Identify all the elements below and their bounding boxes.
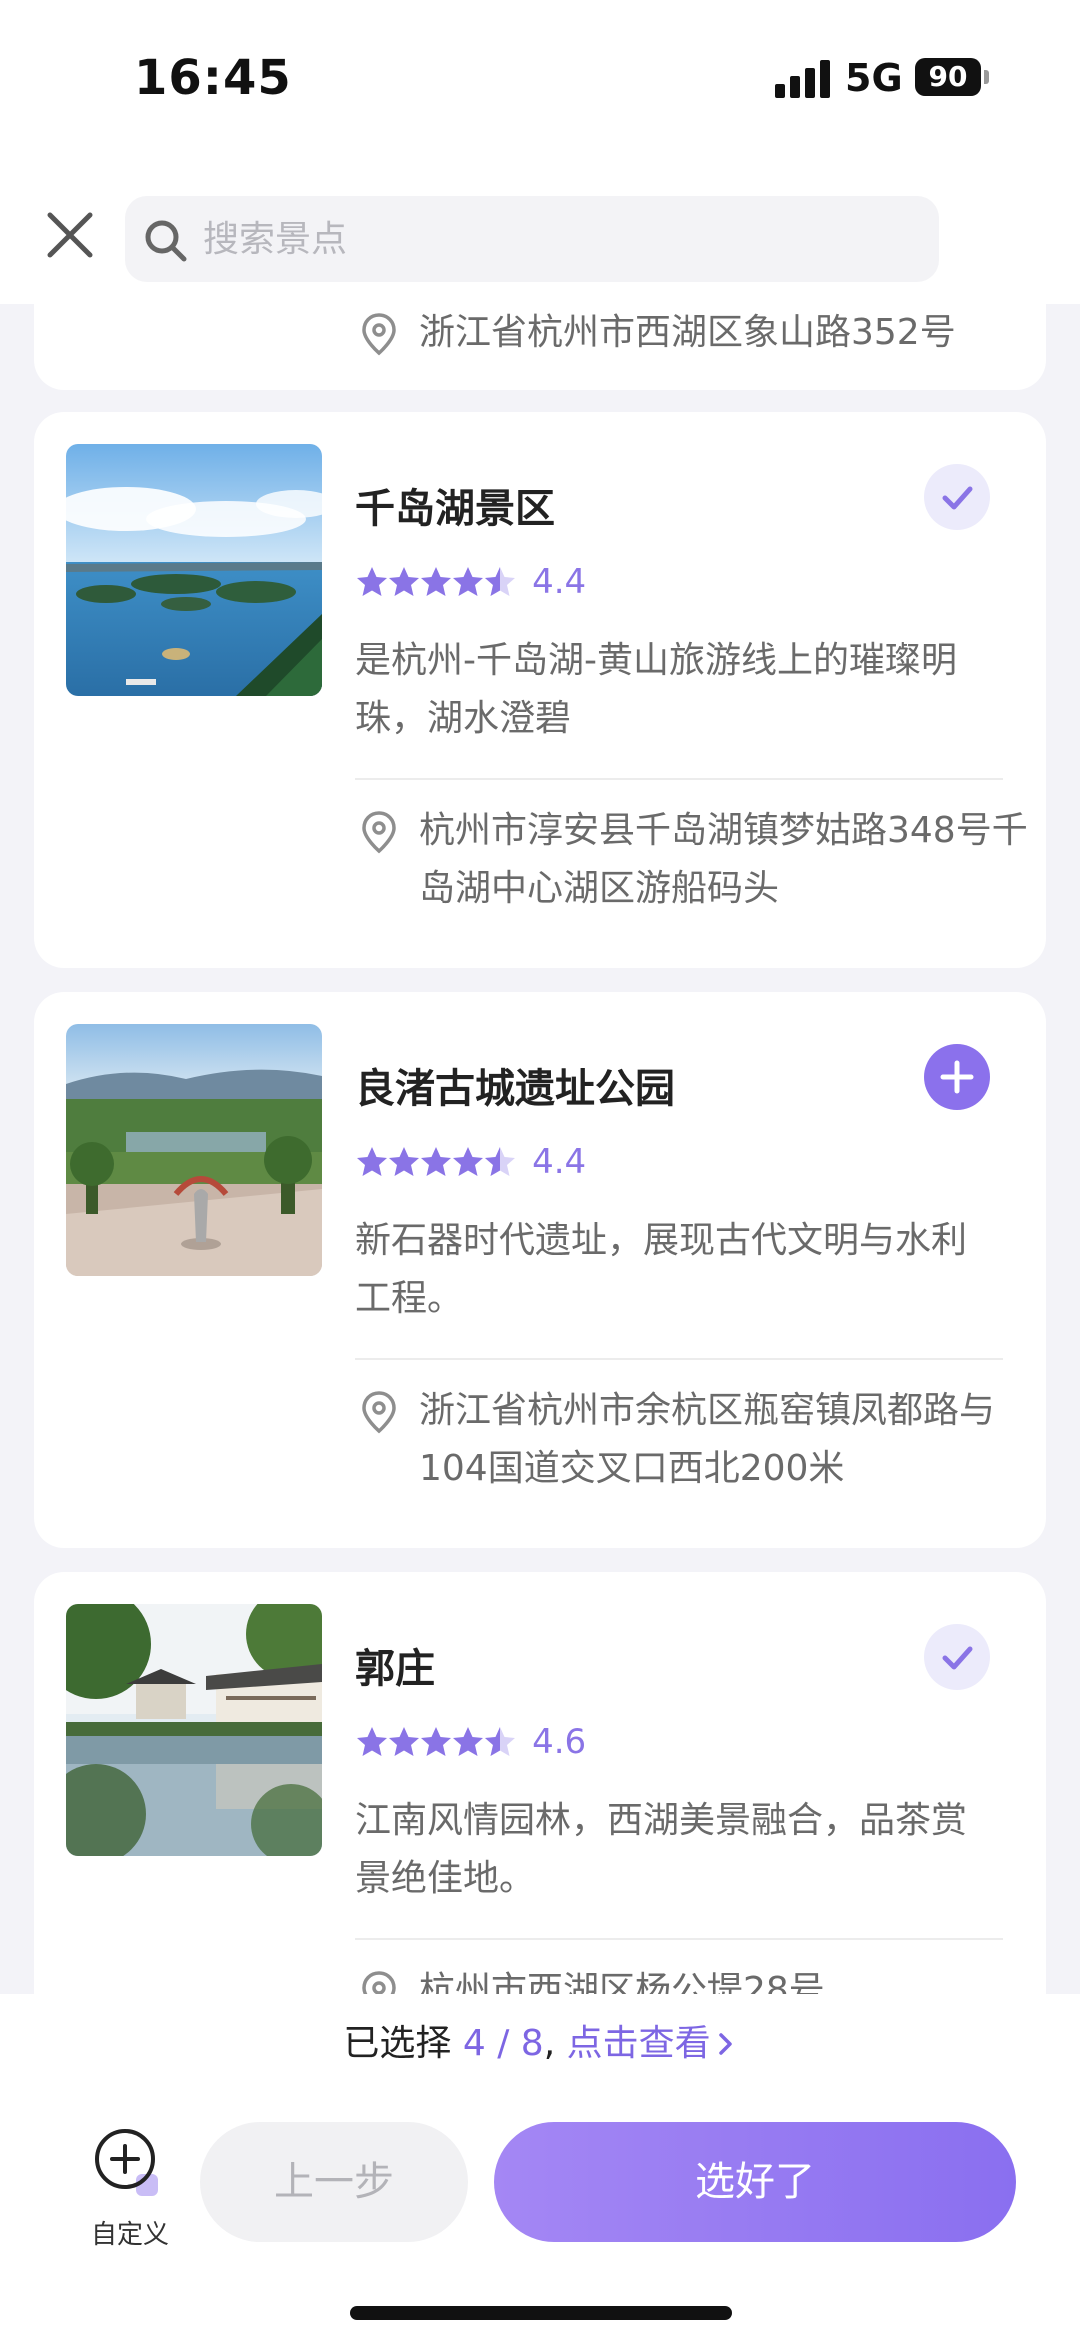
rating-value: 4.4 <box>532 1142 587 1182</box>
search-input[interactable] <box>203 196 903 282</box>
selected-check-button[interactable] <box>924 464 990 530</box>
address-row: 浙江省杭州市西湖区象山路352号 <box>359 304 1039 362</box>
attraction-name: 千岛湖景区 <box>355 486 555 532</box>
view-link-label: 点击查看 <box>566 2023 711 2064</box>
search-box[interactable] <box>125 196 939 282</box>
rating-stars: 4.4 <box>355 1142 586 1186</box>
add-circle-icon <box>90 2124 170 2204</box>
selected-check-button[interactable] <box>924 1624 990 1690</box>
check-icon <box>942 486 973 510</box>
location-pin-icon <box>362 1971 396 1994</box>
view-selected-link[interactable]: 点击查看 <box>567 2023 737 2064</box>
custom-label: 自定义 <box>90 2220 169 2250</box>
attraction-thumbnail <box>66 1604 322 1856</box>
battery-icon: 90 <box>915 58 981 96</box>
add-button[interactable] <box>924 1044 990 1110</box>
status-time: 16:45 <box>134 50 292 106</box>
address-text: 杭州市西湖区杨公堤28号 <box>419 1970 825 1994</box>
attraction-description: 江南风情园林，西湖美景融合，品茶赏景绝佳地。 <box>355 1800 968 1899</box>
check-icon <box>942 1646 973 1670</box>
location-pin-icon <box>362 811 396 854</box>
home-indicator <box>350 2306 732 2320</box>
location-pin-icon <box>362 1391 396 1434</box>
star-rating-icon <box>357 567 515 596</box>
selected-count: 4 / 8 <box>462 2023 544 2064</box>
selected-prefix: 已选择 <box>343 2023 452 2064</box>
address-text: 浙江省杭州市西湖区象山路352号 <box>419 312 956 353</box>
custom-button[interactable]: 自定义 <box>80 2124 190 2250</box>
network-type: 5G <box>845 56 903 100</box>
selected-summary: 已选择 4 / 8, 点击查看 <box>0 2014 1080 2066</box>
attraction-list[interactable]: 浙江省杭州市西湖区象山路352号 千岛湖景区 4.4 是杭州-千岛湖-黄山旅游线… <box>0 304 1080 1994</box>
star-rating-icon <box>357 1727 515 1756</box>
address-row: 杭州市淳安县千岛湖镇梦姑路348号千岛湖中心湖区游船码头 <box>359 802 1039 918</box>
divider <box>355 1358 1003 1360</box>
attraction-description: 是杭州-千岛湖-黄山旅游线上的璀璨明珠，湖水澄碧 <box>355 640 957 739</box>
rating-stars: 4.6 <box>355 1722 586 1766</box>
address-text: 浙江省杭州市余杭区瓶窑镇凤都路与104国道交叉口西北200米 <box>419 1390 996 1489</box>
attraction-thumbnail <box>66 444 322 696</box>
selected-separator: , <box>543 2023 556 2064</box>
rating-value: 4.6 <box>532 1722 587 1762</box>
chevron-right-icon <box>718 2033 732 2055</box>
attraction-card[interactable]: 千岛湖景区 4.4 是杭州-千岛湖-黄山旅游线上的璀璨明珠，湖水澄碧 杭州市淳安… <box>34 412 1046 968</box>
rating-stars: 4.4 <box>355 562 586 606</box>
attraction-card[interactable]: 郭庄 4.6 江南风情园林，西湖美景融合，品茶赏景绝佳地。 杭州市西湖区杨公堤2… <box>34 1572 1046 1994</box>
divider <box>355 778 1003 780</box>
address-row: 浙江省杭州市余杭区瓶窑镇凤都路与104国道交叉口西北200米 <box>359 1382 1039 1498</box>
attraction-description: 新石器时代遗址，展现古代文明与水利工程。 <box>355 1220 968 1319</box>
done-button[interactable]: 选好了 <box>494 2122 1016 2242</box>
divider <box>355 1938 1003 1940</box>
attraction-card-previous[interactable]: 浙江省杭州市西湖区象山路352号 <box>34 304 1046 390</box>
search-header <box>0 160 1080 304</box>
search-icon <box>141 216 191 266</box>
attraction-card[interactable]: 良渚古城遗址公园 4.4 新石器时代遗址，展现古代文明与水利工程。 浙江省杭州市… <box>34 992 1046 1548</box>
bottom-bar: 已选择 4 / 8, 点击查看 自定义 上一步 选好了 <box>0 1994 1080 2341</box>
attraction-name: 良渚古城遗址公园 <box>355 1066 675 1112</box>
status-bar: 16:45 5G 90 <box>0 0 1080 160</box>
plus-icon <box>940 1060 974 1094</box>
previous-step-button[interactable]: 上一步 <box>200 2122 468 2242</box>
battery-tip <box>984 70 989 84</box>
signal-icon <box>775 58 835 98</box>
attraction-name: 郭庄 <box>355 1646 435 1692</box>
attraction-thumbnail <box>66 1024 322 1276</box>
close-icon[interactable] <box>40 205 100 265</box>
address-row: 杭州市西湖区杨公堤28号 <box>359 1962 1039 1994</box>
address-text: 杭州市淳安县千岛湖镇梦姑路348号千岛湖中心湖区游船码头 <box>419 810 1028 909</box>
location-pin-icon <box>362 313 396 356</box>
rating-value: 4.4 <box>532 562 587 602</box>
star-rating-icon <box>357 1147 515 1176</box>
